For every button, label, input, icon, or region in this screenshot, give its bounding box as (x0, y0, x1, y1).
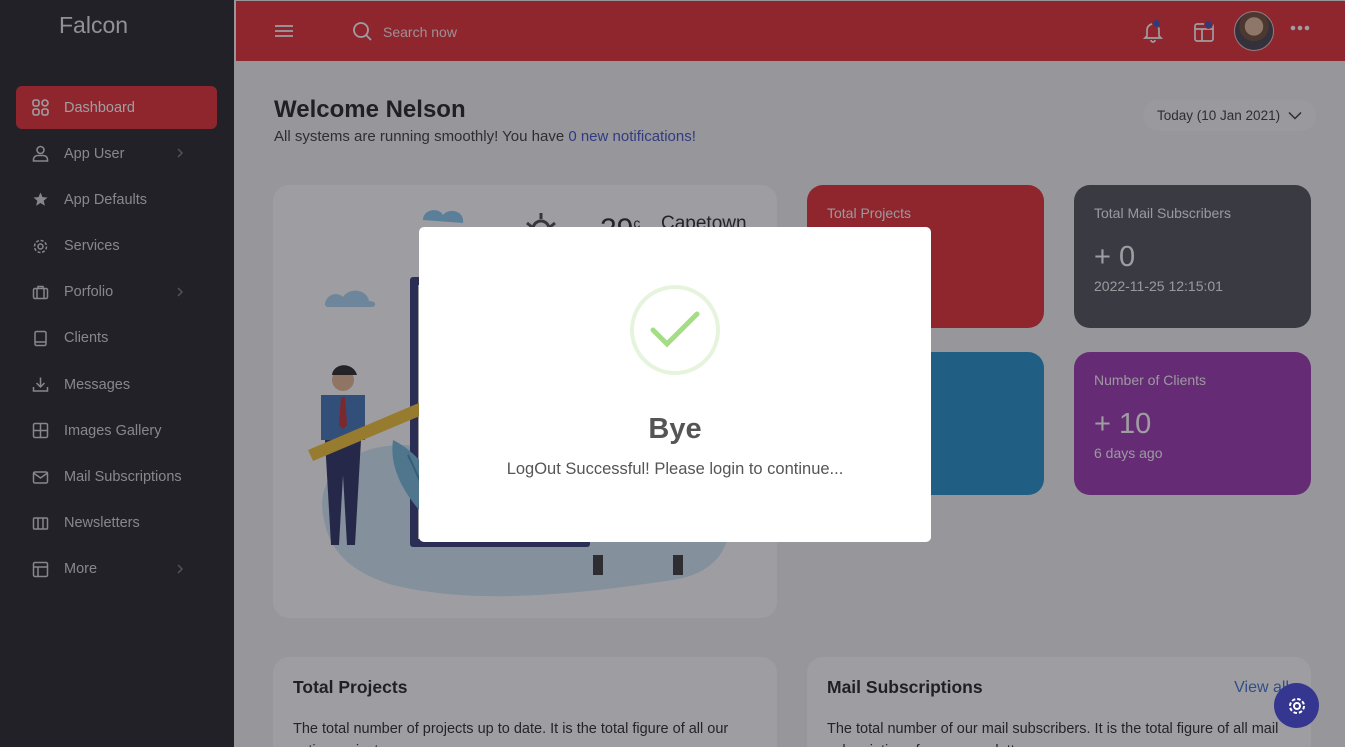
dialog-message: LogOut Successful! Please login to conti… (506, 460, 844, 478)
success-icon (630, 285, 720, 375)
checkmark-icon (650, 311, 700, 348)
logout-dialog: Bye LogOut Successful! Please login to c… (419, 227, 931, 542)
settings-fab-button[interactable] (1274, 683, 1319, 728)
dialog-title: Bye (648, 413, 702, 445)
gear-icon (1288, 697, 1305, 714)
